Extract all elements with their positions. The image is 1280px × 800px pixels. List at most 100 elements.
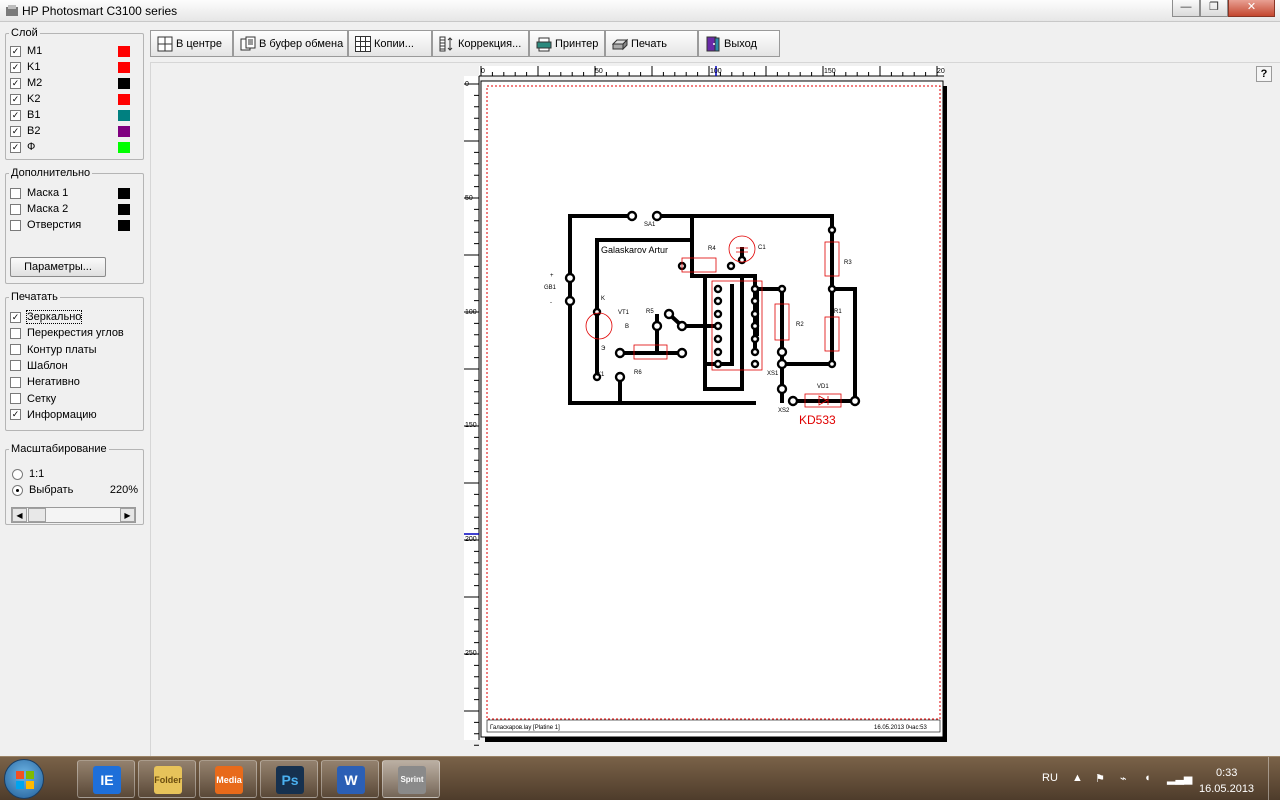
layer-checkbox[interactable]: ✓ <box>10 141 21 153</box>
printer-setup-button[interactable]: Принтер <box>529 30 605 57</box>
clock-date[interactable]: 16.05.2013 <box>1199 783 1254 795</box>
app-icon <box>6 5 18 16</box>
layer-color-swatch[interactable] <box>118 93 130 105</box>
parameters-button[interactable]: Параметры... <box>10 257 106 277</box>
print-option-row[interactable]: ✓ Зеркально <box>10 310 135 324</box>
layer-label: Ф <box>27 141 36 153</box>
print-option-checkbox[interactable] <box>10 327 21 339</box>
scale-select-option[interactable]: Выбрать 220% <box>12 483 138 497</box>
print-option-row[interactable]: Контур платы <box>10 343 135 357</box>
show-desktop-button[interactable] <box>1268 757 1280 800</box>
layer-row[interactable]: ✓ K2 <box>10 92 135 106</box>
layer-checkbox[interactable]: ✓ <box>10 61 21 73</box>
scale-1to1-option[interactable]: 1:1 <box>12 467 44 481</box>
print-option-checkbox[interactable] <box>10 360 21 372</box>
footer-filename: Галаскаров.lay [Platine 1] <box>490 725 560 731</box>
layer-row[interactable]: ✓ Ф <box>10 140 135 154</box>
extra-option-checkbox[interactable] <box>10 187 21 199</box>
start-button[interactable] <box>4 759 44 799</box>
print-option-checkbox[interactable] <box>10 393 21 404</box>
scroll-left-arrow-icon[interactable]: ◀ <box>12 508 27 522</box>
layer-color-swatch[interactable] <box>118 77 130 89</box>
ruler-x-tick-label: 150 <box>824 68 836 75</box>
print-option-row[interactable]: Негативно <box>10 375 135 389</box>
layer-color-swatch[interactable] <box>118 109 130 121</box>
scale-1to1-label: 1:1 <box>29 468 45 480</box>
print-option-checkbox[interactable] <box>10 344 21 356</box>
power-icon[interactable]: ⌁ <box>1120 772 1127 785</box>
print-option-row[interactable]: Перекрестия углов <box>10 326 135 340</box>
print-option-row[interactable]: Сетку <box>10 392 135 406</box>
sprint-layout-icon: Sprint <box>398 766 426 794</box>
layer-label: B2 <box>27 125 41 137</box>
pcb-label-xs1: XS1 <box>767 371 779 377</box>
show-hidden-icons-icon[interactable]: ▲ <box>1072 772 1083 784</box>
taskbar-app-ie[interactable]: IE <box>77 760 135 798</box>
print-option-row[interactable]: Шаблон <box>10 359 135 373</box>
title-bar: HP Photosmart C3100 series — ❐ ✕ <box>0 0 1280 22</box>
layer-color-swatch[interactable] <box>118 141 130 153</box>
minimize-button[interactable]: — <box>1172 0 1200 17</box>
taskbar-app-sprint-layout[interactable]: Sprint <box>382 760 440 798</box>
extra-option-row[interactable]: Отверстия <box>10 218 135 232</box>
print-button[interactable]: Печать <box>605 30 698 57</box>
flag-icon[interactable]: ⚑ <box>1095 772 1105 785</box>
pcb-label-sa1: SA1 <box>644 222 656 228</box>
layer-row[interactable]: ✓ M2 <box>10 76 135 90</box>
network-icon[interactable]: ▂▃▅ <box>1167 772 1192 785</box>
help-button[interactable]: ? <box>1256 66 1272 82</box>
pcb-label-xs2: XS2 <box>778 408 790 414</box>
layer-checkbox[interactable]: ✓ <box>10 77 21 89</box>
correction-button[interactable]: Коррекция... <box>432 30 529 57</box>
center-button[interactable]: В центре <box>150 30 233 57</box>
layer-row[interactable]: ✓ B1 <box>10 108 135 122</box>
media-player-icon: Media <box>215 766 243 794</box>
layer-checkbox[interactable]: ✓ <box>10 125 21 137</box>
layer-checkbox[interactable]: ✓ <box>10 109 21 121</box>
extra-option-color-swatch[interactable] <box>118 219 130 231</box>
clock-time[interactable]: 0:33 <box>1216 767 1237 779</box>
layer-checkbox[interactable]: ✓ <box>10 45 21 57</box>
scale-slider-thumb[interactable] <box>28 508 46 522</box>
copy-to-clipboard-button[interactable]: В буфер обмена <box>233 30 348 57</box>
extra-option-label: Маска 2 <box>27 203 69 215</box>
taskbar-app-word[interactable]: W <box>321 760 379 798</box>
print-option-checkbox[interactable] <box>10 376 21 388</box>
print-option-label: Негативно <box>27 376 80 389</box>
taskbar-app-photoshop[interactable]: Ps <box>260 760 318 798</box>
layer-color-swatch[interactable] <box>118 61 130 73</box>
ruler-y-tick-label: 250 <box>465 650 477 657</box>
extra-option-checkbox[interactable] <box>10 219 21 231</box>
layer-row[interactable]: ✓ M1 <box>10 44 135 58</box>
layer-checkbox[interactable]: ✓ <box>10 93 21 105</box>
volume-icon[interactable]: ◖ <box>1144 772 1151 784</box>
print-option-row[interactable]: ✓ Информацию <box>10 408 135 422</box>
maximize-button[interactable]: ❐ <box>1200 0 1228 17</box>
extra-option-row[interactable]: Маска 2 <box>10 202 135 216</box>
scale-select-radio[interactable] <box>12 484 23 496</box>
pcb-label-gb1: GB1 <box>544 285 557 291</box>
print-option-checkbox[interactable]: ✓ <box>10 311 21 323</box>
taskbar-app-media[interactable]: Media <box>199 760 257 798</box>
copies-button[interactable]: Копии... <box>348 30 432 57</box>
scaling-legend: Масштабирование <box>11 443 107 455</box>
language-indicator[interactable]: RU <box>1042 772 1058 784</box>
layer-row[interactable]: ✓ B2 <box>10 124 135 138</box>
scroll-right-arrow-icon[interactable]: ▶ <box>120 508 135 522</box>
scale-1to1-radio[interactable] <box>12 468 23 480</box>
extra-option-checkbox[interactable] <box>10 203 21 215</box>
internet-explorer-icon: IE <box>93 766 121 794</box>
extra-option-label: Маска 1 <box>27 187 69 199</box>
close-button[interactable]: ✕ <box>1228 0 1275 17</box>
print-option-checkbox[interactable]: ✓ <box>10 409 21 421</box>
layer-color-swatch[interactable] <box>118 125 130 137</box>
extra-option-row[interactable]: Маска 1 <box>10 186 135 200</box>
scale-slider[interactable]: ◀ ▶ <box>11 507 136 523</box>
extra-option-color-swatch[interactable] <box>118 187 130 199</box>
taskbar-app-explorer[interactable]: Folder <box>138 760 196 798</box>
layer-row[interactable]: ✓ K1 <box>10 60 135 74</box>
exit-label: Выход <box>724 37 757 50</box>
layer-color-swatch[interactable] <box>118 45 130 57</box>
exit-button[interactable]: Выход <box>698 30 780 57</box>
extra-option-color-swatch[interactable] <box>118 203 130 215</box>
